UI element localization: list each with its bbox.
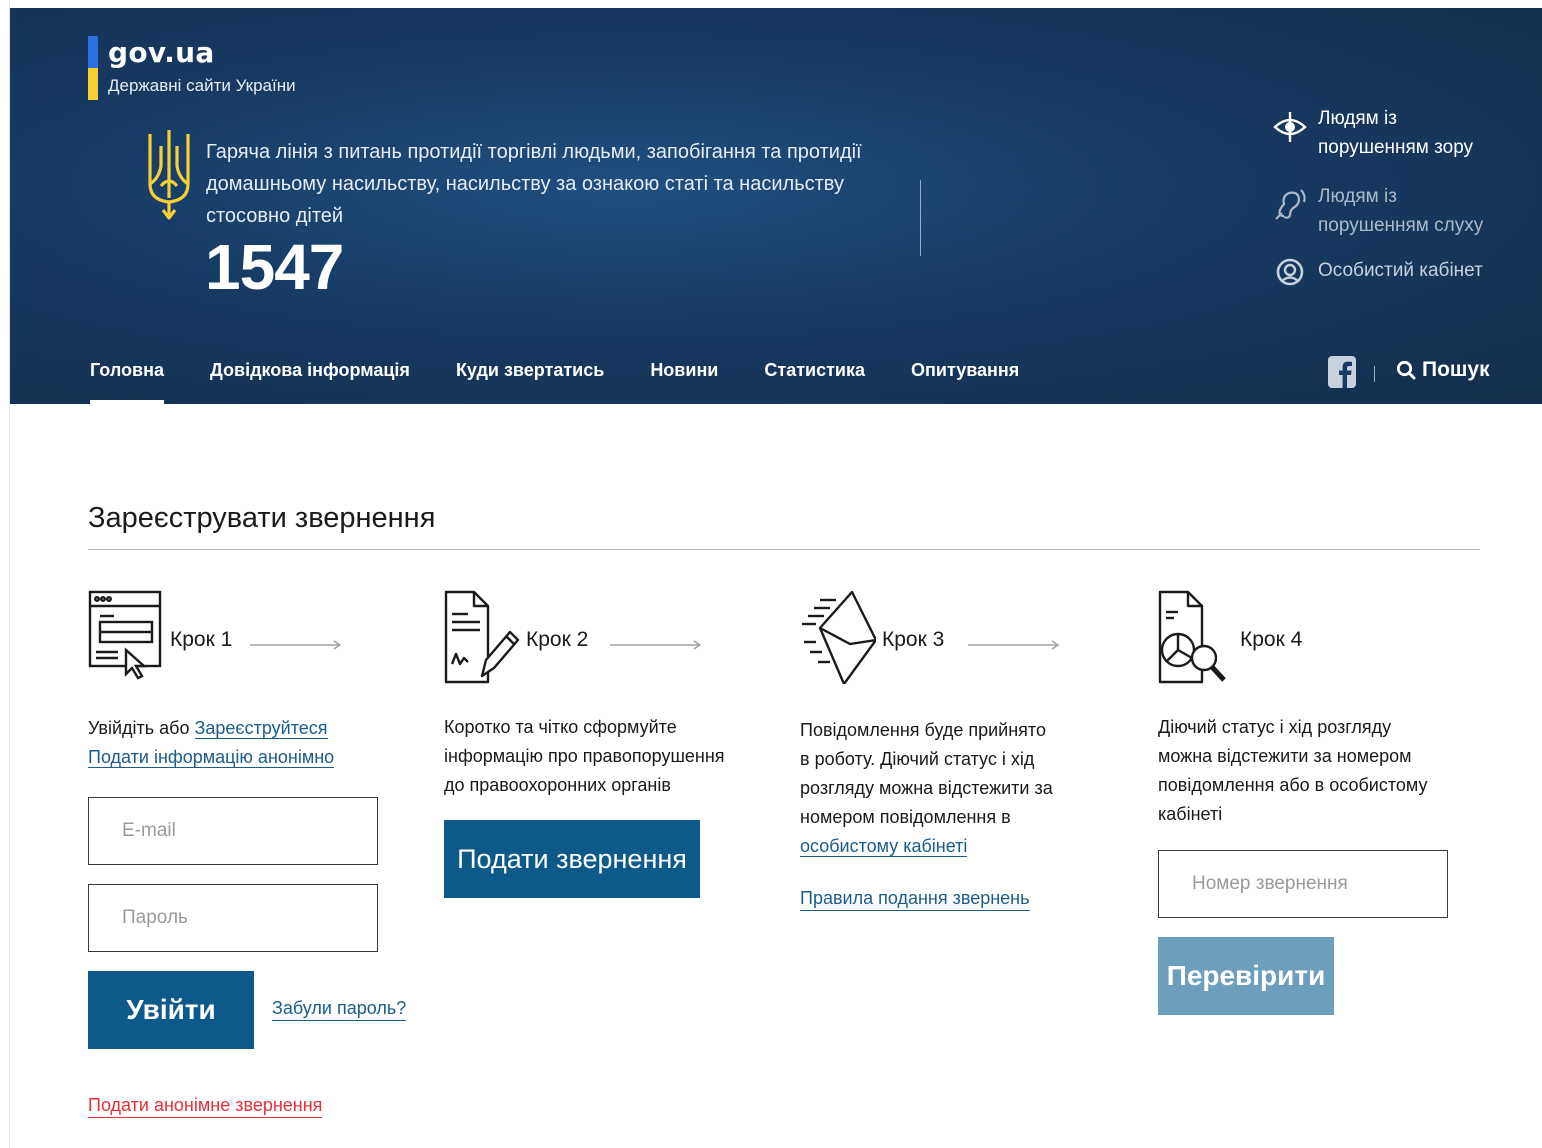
hearing-label-line1: Людям із [1318,186,1397,207]
step-2-label: Крок 2 [526,628,589,651]
ear-icon [1275,189,1306,220]
document-sign-icon [444,590,520,684]
nav-item-where-to-apply[interactable]: Куди звертатись [456,360,604,404]
nav-item-home[interactable]: Головна [90,360,164,404]
check-button[interactable]: Перевірити [1158,937,1334,1015]
browser-window-icon [88,590,162,680]
submit-appeal-button[interactable]: Подати звернення [444,820,700,898]
step-3-description: Повідомлення буде прийнято в роботу. Дію… [800,720,1053,827]
trident-icon [148,130,190,220]
cabinet-link[interactable]: особистому кабінеті [800,836,968,857]
site-header: gov.ua Державні сайти України Гаряча лін… [10,8,1542,404]
vision-label-line2: порушенням зору [1318,137,1474,158]
page: gov.ua Державні сайти України Гаряча лін… [10,8,1542,1148]
nav-item-reference[interactable]: Довідкова інформація [210,360,410,404]
personal-cabinet-label: Особистий кабінет [1318,260,1483,281]
header-divider [920,180,921,256]
register-link[interactable]: Зареєструйтеся [194,718,328,739]
user-circle-icon [1276,258,1304,286]
appeal-number-input[interactable] [1158,850,1448,918]
step-2-text: Коротко та чітко сформуйте інформацію пр… [444,717,725,795]
vision-label-line1: Людям із [1318,108,1397,129]
login-button[interactable]: Увійти [88,971,254,1049]
hotline-number: 1547 [205,231,344,303]
flag-icon [88,36,98,100]
main-nav: Головна Довідкова інформація Куди зверта… [90,360,1065,404]
step-3-label: Крок 3 [882,628,945,651]
step-3-arrow-icon [968,640,1060,650]
nav-item-statistics[interactable]: Статистика [764,360,865,404]
forgot-password-link[interactable]: Забули пароль? [272,996,407,1021]
email-input[interactable] [88,797,378,865]
step-1-arrow-icon [250,640,342,650]
step-3-text: Повідомлення буде прийнято в роботу. Дію… [800,716,1060,861]
section-title: Зареєструвати звернення [88,502,436,534]
rules-link[interactable]: Правила подання звернень [800,886,1030,911]
step-4-text: Діючий статус і хід розгляду можна відст… [1158,717,1428,824]
report-search-icon [1158,590,1226,684]
search-label: Пошук [1422,358,1490,381]
eye-icon [1273,112,1307,142]
step-1-login-text: Увійдіть або Зареєструйтеся Подати інфор… [88,714,408,772]
password-input[interactable] [88,884,378,952]
send-envelope-icon [802,590,876,684]
hearing-label-line2: порушенням слуху [1318,215,1484,236]
section-divider [88,549,1480,550]
search-button[interactable]: Пошук [1396,358,1490,382]
search-icon [1396,360,1416,380]
nav-item-surveys[interactable]: Опитування [911,360,1019,404]
step-4-label: Крок 4 [1240,628,1303,651]
hotline-description: Гаряча лінія з питань протидії торгівлі … [206,141,862,227]
step-2-arrow-icon [610,640,702,650]
step-1-label: Крок 1 [170,628,233,651]
anonymous-appeal-link[interactable]: Подати анонімне звернення [88,1093,323,1118]
anonymous-info-link[interactable]: Подати інформацію анонімно [88,747,335,768]
nav-separator [1374,366,1375,382]
nav-item-news[interactable]: Новини [650,360,718,404]
govua-title: gov.ua [108,36,215,69]
facebook-icon[interactable] [1328,356,1356,388]
page-left-edge [0,0,10,1148]
login-prefix: Увійдіть або [88,718,190,738]
govua-subtitle: Державні сайти України [108,76,296,95]
